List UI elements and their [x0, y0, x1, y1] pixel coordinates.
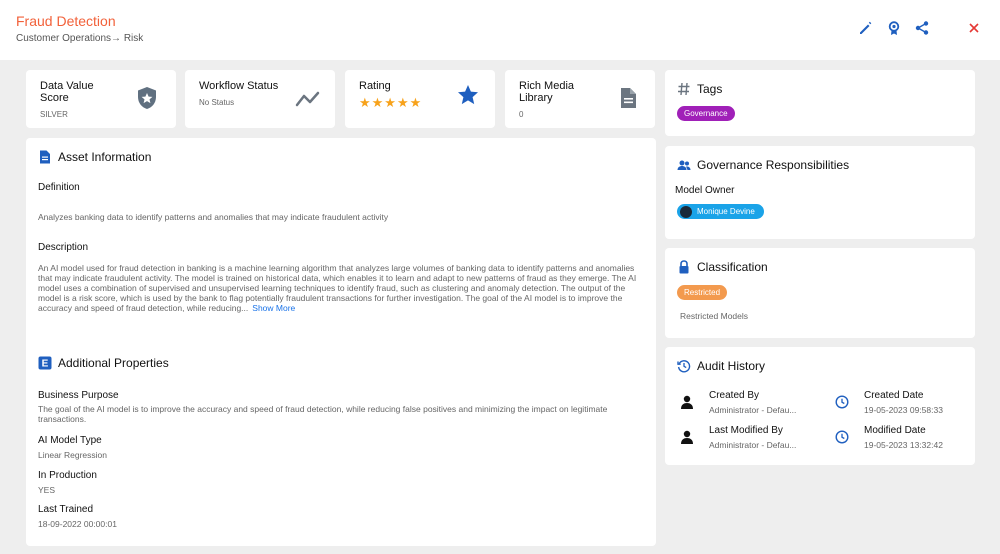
classification-card: Classification Restricted Restricted Mod…	[665, 248, 975, 338]
data-value-score-label: Data Value Score	[40, 80, 94, 104]
governance-responsibilities-title: Governance Responsibilities	[697, 158, 850, 172]
definition-label: Definition	[38, 182, 80, 193]
description-block: An AI model used for fraud detection in …	[38, 263, 644, 313]
lock-icon	[677, 260, 691, 274]
audit-history-title: Audit History	[697, 359, 766, 373]
page-title: Fraud Detection	[16, 13, 116, 29]
rating-card: Rating ★★★★★	[345, 70, 495, 128]
last-modified-by-value: Administrator - Defau...	[709, 440, 797, 450]
in-production-value: YES	[38, 485, 56, 495]
workflow-status-label: Workflow Status	[199, 80, 279, 92]
shield-star-icon	[136, 86, 158, 110]
breadcrumb[interactable]: Customer Operations→ Risk	[16, 33, 143, 44]
created-by-value: Administrator - Defau...	[709, 405, 797, 415]
hash-icon	[677, 82, 691, 96]
in-production-label: In Production	[38, 470, 97, 481]
description-label: Description	[38, 242, 89, 253]
rich-media-library-value: 0	[519, 110, 524, 119]
share-icon[interactable]	[914, 20, 930, 36]
business-purpose-label: Business Purpose	[38, 390, 119, 401]
modified-date-value: 19-05-2023 13:32:42	[864, 440, 943, 450]
avatar	[680, 206, 692, 218]
description-text: An AI model used for fraud detection in …	[38, 263, 637, 313]
governance-responsibilities-card: Governance Responsibilities Model Owner …	[665, 146, 975, 239]
classification-title: Classification	[697, 260, 768, 274]
rating-stars: ★★★★★	[359, 95, 423, 110]
badge-icon[interactable]	[886, 20, 902, 36]
user-icon	[681, 430, 693, 444]
additional-properties-title: Additional Properties	[58, 356, 169, 370]
owner-name: Monique Devine	[697, 207, 755, 216]
tags-title: Tags	[697, 82, 723, 96]
asset-information-title: Asset Information	[58, 150, 152, 164]
document-icon	[619, 87, 637, 109]
user-icon	[681, 395, 693, 409]
last-trained-value: 18-09-2022 00:00:01	[38, 519, 117, 529]
header: Fraud Detection Customer Operations→ Ris…	[0, 0, 1000, 60]
rich-media-library-label: Rich Media Library	[519, 80, 575, 104]
additional-properties-card: E Additional Properties Business Purpose…	[26, 344, 656, 546]
data-value-score-value: SILVER	[40, 110, 68, 119]
ai-model-type-label: AI Model Type	[38, 435, 102, 446]
edit-icon[interactable]	[858, 20, 874, 36]
clock-icon	[835, 395, 849, 409]
owner-pill[interactable]: Monique Devine	[677, 204, 764, 219]
clock-icon	[835, 430, 849, 444]
workflow-status-card: Workflow Status No Status	[185, 70, 335, 128]
created-by-label: Created By	[709, 390, 760, 401]
close-icon[interactable]	[966, 20, 982, 36]
ai-model-type-value: Linear Regression	[38, 450, 107, 460]
tags-card: Tags Governance	[665, 70, 975, 136]
last-trained-label: Last Trained	[38, 504, 94, 515]
star-icon[interactable]	[457, 84, 479, 106]
rating-label: Rating	[359, 80, 391, 92]
content-area: Data Value Score SILVER Workflow Status …	[0, 60, 1000, 554]
model-owner-label: Model Owner	[675, 185, 735, 196]
business-purpose-text: The goal of the AI model is to improve t…	[38, 404, 608, 424]
history-icon	[677, 359, 691, 373]
classification-text: Restricted Models	[680, 311, 749, 321]
data-value-score-card: Data Value Score SILVER	[26, 70, 176, 128]
people-icon	[677, 158, 691, 172]
e-badge-icon: E	[38, 356, 52, 370]
trend-icon	[295, 90, 321, 108]
tag-governance[interactable]: Governance	[677, 106, 735, 121]
e-badge-letter: E	[42, 359, 49, 370]
show-more-link[interactable]: Show More	[252, 303, 295, 313]
rich-media-library-card: Rich Media Library 0	[505, 70, 655, 128]
modified-date-label: Modified Date	[864, 425, 926, 436]
restricted-badge[interactable]: Restricted	[677, 285, 728, 300]
definition-text: Analyzes banking data to identify patter…	[38, 212, 389, 222]
document-icon	[38, 150, 52, 164]
created-date-value: 19-05-2023 09:58:33	[864, 405, 943, 415]
audit-history-card: Audit History Created By Administrator -…	[665, 347, 975, 465]
created-date-label: Created Date	[864, 390, 924, 401]
last-modified-by-label: Last Modified By	[709, 425, 783, 436]
workflow-status-value: No Status	[199, 98, 235, 107]
